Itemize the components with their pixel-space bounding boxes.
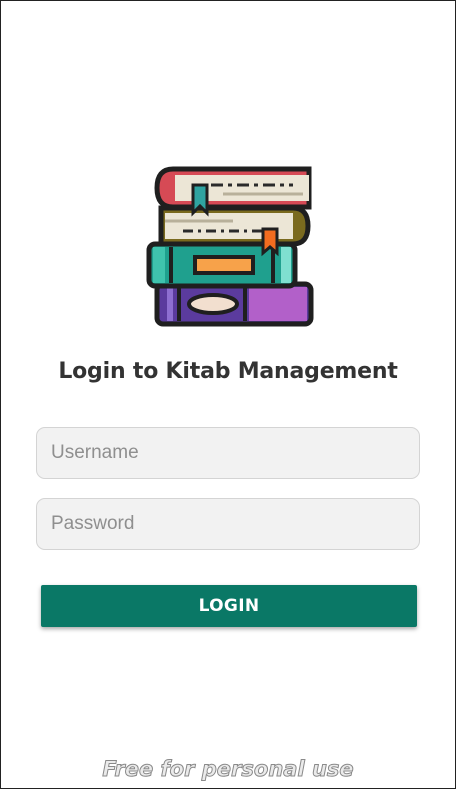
page-title: Login to Kitab Management bbox=[58, 359, 398, 384]
login-button[interactable]: LOGIN bbox=[41, 585, 417, 627]
stack-of-books-icon bbox=[146, 166, 314, 327]
username-input[interactable] bbox=[36, 427, 420, 479]
login-screen: Login to Kitab Management LOGIN Free for… bbox=[0, 0, 456, 789]
password-input[interactable] bbox=[36, 498, 420, 550]
watermark-text: Free for personal use bbox=[102, 757, 354, 782]
